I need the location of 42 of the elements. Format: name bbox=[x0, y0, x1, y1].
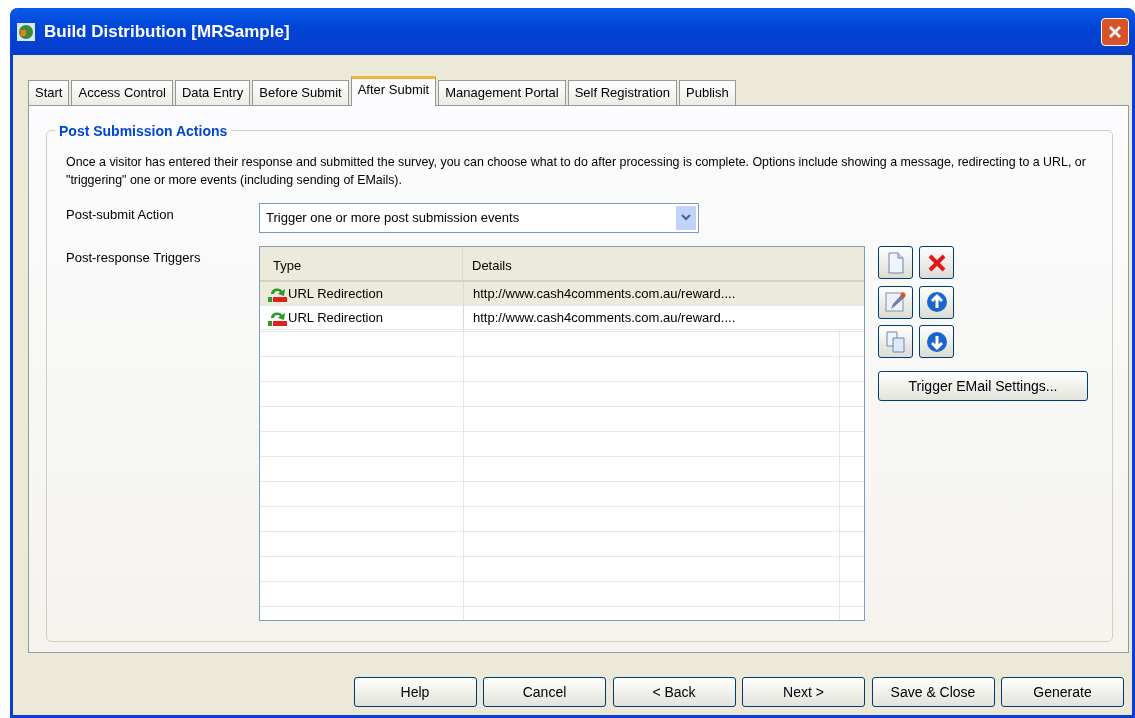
column-header[interactable]: Details bbox=[472, 258, 512, 273]
dialog-button[interactable]: Next > bbox=[742, 677, 865, 707]
tab[interactable]: Before Submit bbox=[252, 80, 349, 105]
tab[interactable]: Start bbox=[28, 80, 70, 105]
new-document-button[interactable] bbox=[878, 246, 913, 279]
action-dropdown[interactable]: Trigger one or more post submission events bbox=[259, 203, 699, 233]
delete-button[interactable] bbox=[919, 246, 954, 279]
dialog-button[interactable]: Help bbox=[353, 677, 477, 707]
close-icon bbox=[1107, 23, 1123, 40]
description-text: Once a visitor has entered their response and submitted the survey, you can choose what to do after processing is complete. Options include showing a message, redirecting to a URL, or "triggering" one or more events (including sending of EMails). bbox=[66, 154, 1087, 189]
tab[interactable]: Self Registration bbox=[567, 80, 678, 105]
table-row[interactable]: URL Redirection http://www.cash4comments.com.au/reward.... bbox=[260, 282, 864, 306]
pencil-icon bbox=[883, 290, 908, 314]
copy-icon bbox=[883, 329, 908, 354]
tab[interactable]: Data Entry bbox=[174, 80, 251, 105]
app-icon bbox=[16, 21, 36, 42]
arrow-up-button[interactable] bbox=[919, 285, 954, 319]
copy-button[interactable] bbox=[878, 325, 913, 358]
arrow-up-icon bbox=[924, 290, 949, 314]
table-cell-text: URL Redirection bbox=[288, 284, 383, 303]
dialog-button[interactable]: Cancel bbox=[483, 677, 606, 707]
email-settings-button[interactable]: Trigger EMail Settings... bbox=[878, 371, 1088, 401]
pencil-button[interactable] bbox=[878, 285, 913, 319]
field-label: Post-submit Action bbox=[66, 206, 175, 224]
chevron-down-icon bbox=[681, 214, 691, 222]
table-cell-text: URL Redirection bbox=[288, 308, 383, 327]
arrow-down-icon bbox=[924, 329, 949, 354]
table-cell-text: http://www.cash4comments.com.au/reward.... bbox=[473, 284, 736, 303]
dialog-button[interactable]: Generate bbox=[1001, 677, 1124, 707]
tab[interactable]: Publish bbox=[679, 80, 736, 105]
close-button[interactable] bbox=[1101, 17, 1129, 46]
tab[interactable]: Management Portal bbox=[438, 80, 566, 105]
tab[interactable]: After Submit bbox=[350, 76, 437, 106]
table-row[interactable]: URL Redirection http://www.cash4comments.com.au/reward.... bbox=[260, 306, 864, 330]
column-header[interactable]: Type bbox=[273, 258, 302, 273]
arrow-down-button[interactable] bbox=[919, 325, 954, 358]
dialog-button[interactable]: Save & Close bbox=[871, 677, 995, 707]
tab[interactable]: Access Control bbox=[71, 80, 173, 105]
table-cell-text: http://www.cash4comments.com.au/reward.... bbox=[473, 308, 736, 327]
field-label: Post-response Triggers bbox=[66, 249, 202, 267]
dialog-button[interactable]: < Back bbox=[612, 677, 736, 707]
window-title: Build Distribution [MRSample] bbox=[44, 20, 291, 43]
